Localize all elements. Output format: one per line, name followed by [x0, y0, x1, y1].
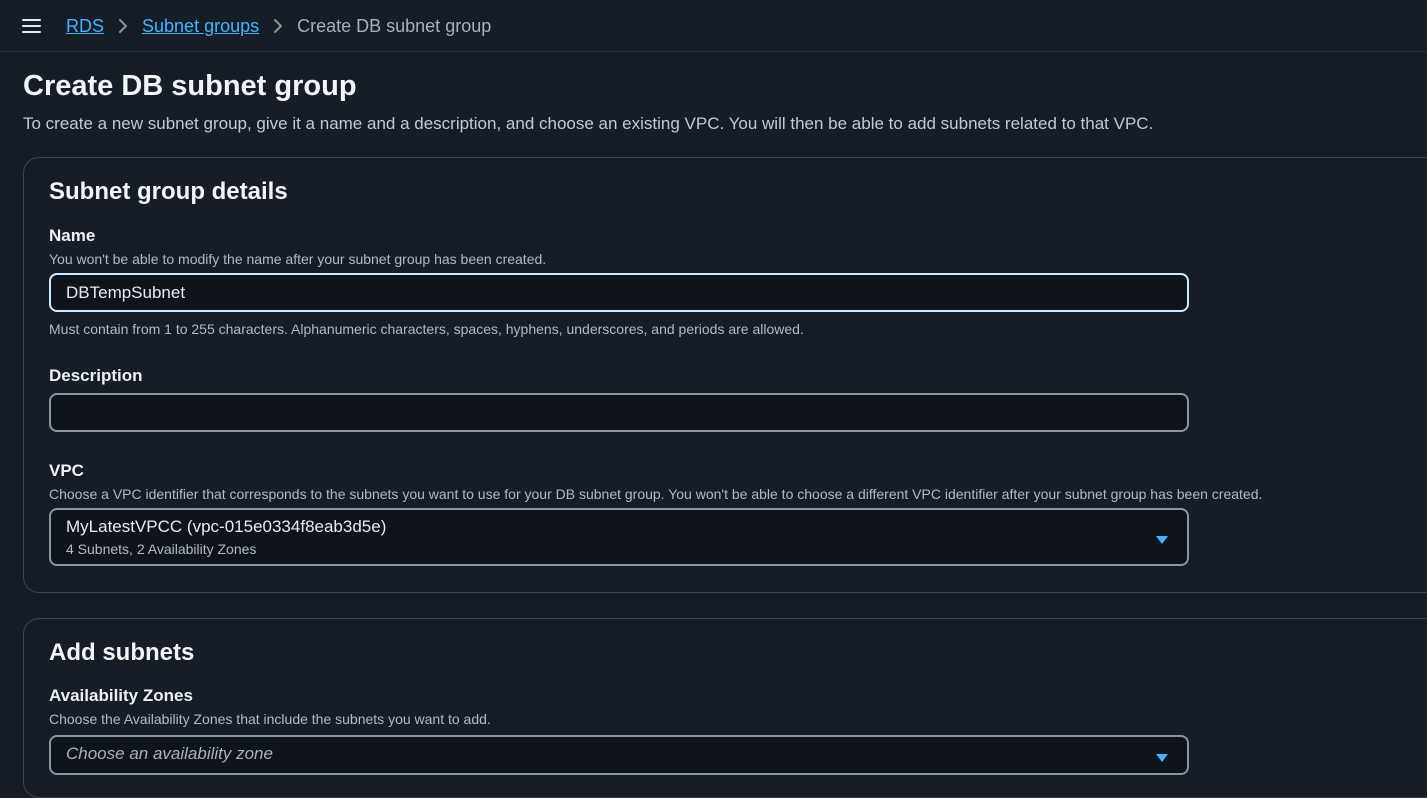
name-label: Name: [49, 226, 96, 245]
menu-icon[interactable]: [22, 17, 42, 35]
vpc-label: VPC: [49, 461, 84, 480]
availability-zone-select[interactable]: Choose an availability zone: [49, 735, 1189, 775]
vpc-selected-value: MyLatestVPCC (vpc-015e0334f8eab3d5e): [66, 517, 387, 536]
name-input[interactable]: DBTempSubnet: [49, 273, 1189, 312]
description-input[interactable]: [49, 393, 1189, 432]
caret-down-icon: [1155, 532, 1169, 544]
page-title: Create DB subnet group: [23, 70, 357, 102]
vpc-selected-details: 4 Subnets, 2 Availability Zones: [66, 541, 257, 557]
panel-title: Add subnets: [49, 639, 195, 666]
breadcrumb-link-rds[interactable]: RDS: [66, 16, 104, 37]
subnet-group-details-panel: Subnet group details Name You won't be a…: [23, 157, 1427, 593]
name-hint: You won't be able to modify the name aft…: [49, 251, 547, 267]
breadcrumb-current: Create DB subnet group: [297, 15, 492, 36]
availability-zone-placeholder: Choose an availability zone: [66, 744, 273, 763]
name-constraint-text: Must contain from 1 to 255 characters. A…: [49, 321, 804, 337]
add-subnets-panel: Add subnets Availability Zones Choose th…: [23, 618, 1427, 798]
top-navigation-bar: RDS Subnet groups Create DB subnet group: [0, 0, 1427, 52]
breadcrumb: RDS Subnet groups Create DB subnet group: [66, 15, 491, 37]
availability-zones-label: Availability Zones: [49, 686, 193, 705]
vpc-hint: Choose a VPC identifier that corresponds…: [49, 486, 1263, 502]
vpc-select[interactable]: MyLatestVPCC (vpc-015e0334f8eab3d5e) 4 S…: [49, 508, 1189, 566]
chevron-right-icon: [112, 18, 134, 34]
chevron-right-icon: [267, 18, 289, 34]
availability-zones-hint: Choose the Availability Zones that inclu…: [49, 711, 491, 727]
breadcrumb-link-subnet-groups[interactable]: Subnet groups: [142, 16, 259, 37]
description-label: Description: [49, 366, 143, 385]
panel-title: Subnet group details: [49, 178, 288, 205]
page-description: To create a new subnet group, give it a …: [23, 114, 1154, 133]
caret-down-icon: [1155, 750, 1169, 762]
